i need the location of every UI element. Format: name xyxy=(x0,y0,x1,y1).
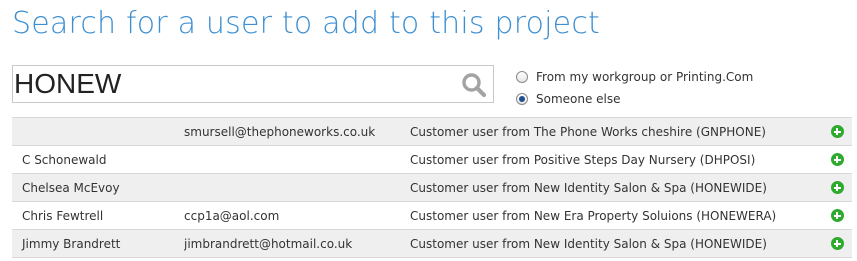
user-email: jimbrandrett@hotmail.co.uk xyxy=(184,236,353,251)
user-name: Chelsea McEvoy xyxy=(22,180,120,195)
user-description: Customer user from New Era Property Solu… xyxy=(410,208,777,223)
user-description: Customer user from New Identity Salon & … xyxy=(410,236,767,251)
add-user-icon[interactable] xyxy=(830,209,844,222)
table-row: Jimmy Brandrett jimbrandrett@hotmail.co.u… xyxy=(12,230,852,258)
search-scope-radio-group: From my workgroup or Printing.Com Someon… xyxy=(516,66,753,110)
radio-label-workgroup: From my workgroup or Printing.Com xyxy=(536,70,754,84)
add-user-icon[interactable] xyxy=(830,153,844,166)
add-user-icon[interactable] xyxy=(830,237,844,250)
add-user-icon[interactable] xyxy=(830,125,844,138)
search-icon[interactable] xyxy=(461,72,487,98)
user-name: Jimmy Brandrett xyxy=(22,236,121,251)
user-email: smursell@thephoneworks.co.uk xyxy=(184,124,376,139)
scope-option-someone-else[interactable]: Someone else xyxy=(516,88,753,110)
add-cell xyxy=(822,209,852,222)
add-cell xyxy=(822,237,852,250)
search-box xyxy=(12,65,494,103)
radio-someone-else[interactable] xyxy=(516,93,528,105)
user-description: Customer user from New Identity Salon & … xyxy=(410,180,767,195)
user-name: C Schonewald xyxy=(22,152,107,167)
user-name: Chris Fewtrell xyxy=(22,208,104,223)
table-row: Chris Fewtrell ccp1a@aol.com Customer user… xyxy=(12,202,852,230)
search-input[interactable] xyxy=(13,66,453,102)
radio-workgroup[interactable] xyxy=(516,71,528,83)
user-email: ccp1a@aol.com xyxy=(184,208,280,223)
add-cell xyxy=(822,125,852,138)
radio-label-someone-else: Someone else xyxy=(536,92,621,106)
page-title: Search for a user to add to this project xyxy=(12,6,600,41)
scope-option-workgroup[interactable]: From my workgroup or Printing.Com xyxy=(516,66,753,88)
results-table: smursell@thephoneworks.co.uk Customer use… xyxy=(12,117,852,258)
add-cell xyxy=(822,181,852,194)
add-user-icon[interactable] xyxy=(830,181,844,194)
table-row: Chelsea McEvoy Customer user from New Ide… xyxy=(12,174,852,202)
add-cell xyxy=(822,153,852,166)
table-row: smursell@thephoneworks.co.uk Customer use… xyxy=(12,118,852,146)
user-description: Customer user from The Phone Works chesh… xyxy=(410,124,766,139)
table-row: C Schonewald Customer user from Positive … xyxy=(12,146,852,174)
user-description: Customer user from Positive Steps Day Nu… xyxy=(410,152,756,167)
